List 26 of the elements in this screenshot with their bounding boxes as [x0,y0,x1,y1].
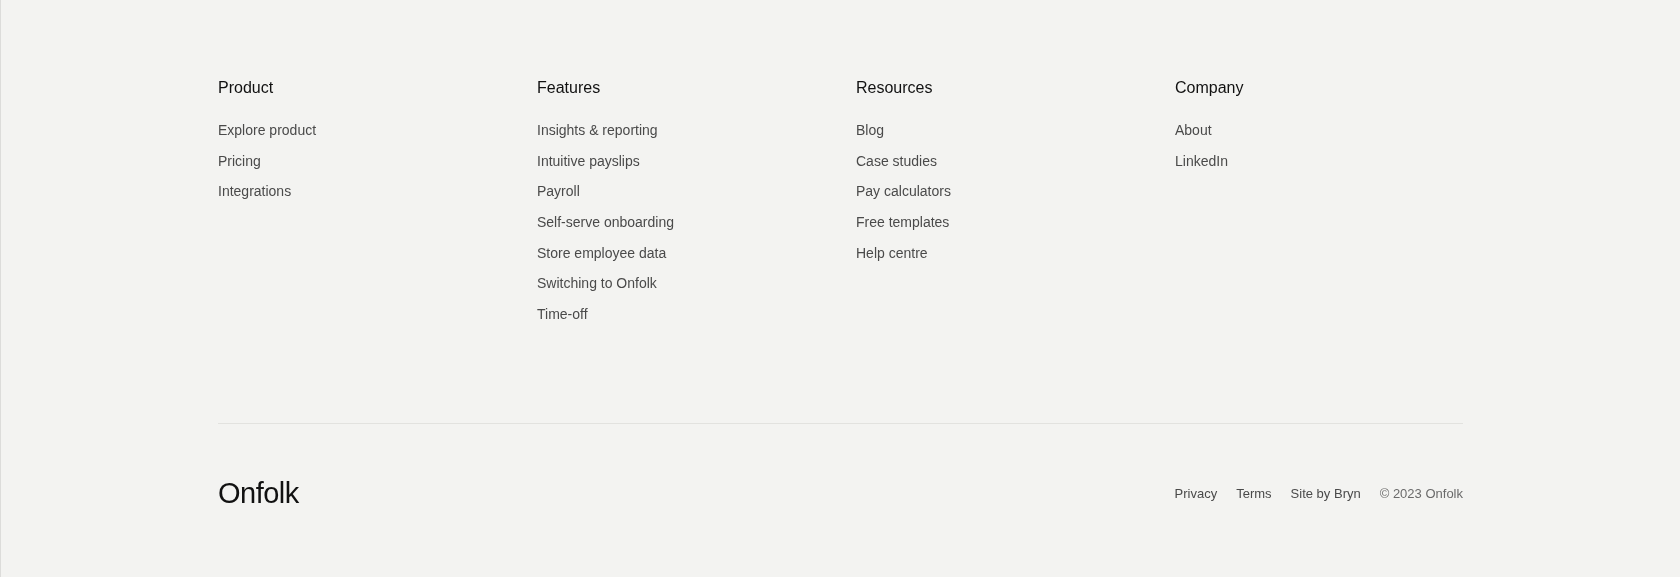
footer-link[interactable]: Integrations [218,181,292,202]
column-heading: Features [537,78,602,98]
footer-link[interactable]: Time-off [537,304,588,325]
logo[interactable]: Onfolk [218,476,299,510]
footer-link[interactable]: Pricing [218,150,261,171]
footer-link[interactable]: Explore product [218,120,317,140]
footer-link[interactable]: Self-serve onboarding [537,212,674,233]
footer-link[interactable]: Case studies [856,150,937,171]
footer-link[interactable]: Pay calculators [856,181,951,202]
legal-link[interactable]: Site by Bryn [1290,485,1361,501]
footer-link[interactable]: Help centre [856,242,928,263]
legal-link[interactable]: Privacy [1174,485,1218,501]
footer-link[interactable]: Payroll [537,181,580,202]
footer-link[interactable]: Intuitive payslips [537,150,640,171]
column-heading: Company [1175,78,1245,98]
footer-link[interactable]: Insights & reporting [537,120,658,140]
column-heading: Resources [856,78,934,98]
footer-link[interactable]: Store employee data [537,242,667,263]
footer-link[interactable]: LinkedIn [1175,150,1228,171]
column-heading: Product [218,78,275,98]
legal-link[interactable]: Terms [1236,485,1272,501]
footer-link[interactable]: Free templates [856,212,950,233]
footer-link[interactable]: Blog [856,120,885,140]
copyright: © 2023 Onfolk [1379,485,1463,501]
footer-link[interactable]: Switching to Onfolk [537,273,657,294]
footer-link[interactable]: About [1175,120,1212,140]
